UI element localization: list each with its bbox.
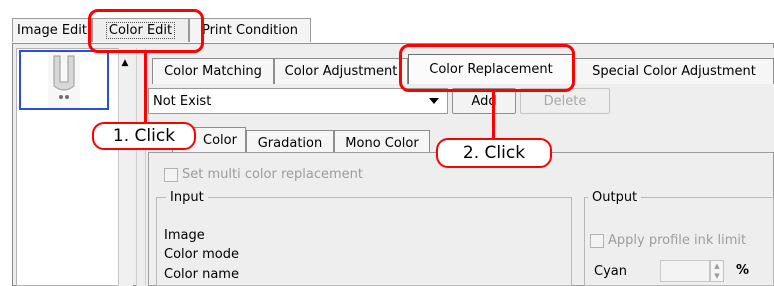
chevron-down-icon xyxy=(429,98,439,104)
highlight-color-edit-tab xyxy=(88,9,204,53)
multi-color-label: Set multi color replacement xyxy=(182,167,364,182)
replacement-select[interactable]: Not Exist xyxy=(148,88,448,114)
scroll-up-arrow-icon[interactable]: ▲ xyxy=(118,56,132,70)
tab-mono-color-label: Mono Color xyxy=(345,136,419,151)
highlight-color-replacement-tab xyxy=(399,44,575,92)
tab-print-condition-label: Print Condition xyxy=(201,23,299,38)
multi-color-checkbox[interactable] xyxy=(164,168,178,182)
cyan-value-field[interactable] xyxy=(660,260,710,282)
callout-step1-text: 1. Click xyxy=(112,126,176,146)
input-row-color-mode: Color mode xyxy=(164,247,239,262)
tab-color-matching[interactable]: Color Matching xyxy=(152,58,274,84)
tab-color-matching-label: Color Matching xyxy=(164,64,262,79)
tab-special-color-adjustment-label: Special Color Adjustment xyxy=(592,64,756,79)
input-row-image: Image xyxy=(164,228,205,243)
apply-profile-ink-limit-label: Apply profile ink limit xyxy=(608,233,747,248)
thumbnail-scrollbar[interactable] xyxy=(118,48,133,286)
callout-line-step2 xyxy=(492,92,495,138)
tab-image-edit-label: Image Edit xyxy=(16,23,88,38)
image-thumbnail-icon xyxy=(48,52,80,108)
cyan-label: Cyan xyxy=(594,264,627,279)
callout-step1: 1. Click xyxy=(92,122,196,150)
input-panel-title: Input xyxy=(166,190,208,205)
input-row-color-name: Color name xyxy=(164,267,239,282)
tab-print-condition[interactable]: Print Condition xyxy=(189,18,311,42)
callout-line-step1 xyxy=(144,53,147,123)
tab-color-adjustment[interactable]: Color Adjustment xyxy=(274,58,408,84)
apply-profile-ink-limit-checkbox[interactable] xyxy=(590,234,604,248)
delete-button-label: Delete xyxy=(543,93,587,109)
cyan-percent-label: % xyxy=(736,263,750,278)
tab-gradation-label: Gradation xyxy=(257,136,323,151)
callout-step2-text: 2. Click xyxy=(462,143,526,163)
replacement-select-value: Not Exist xyxy=(153,93,212,109)
cyan-stepper[interactable]: ▲ ▼ xyxy=(710,260,724,282)
tab-color-adjustment-label: Color Adjustment xyxy=(284,64,398,79)
callout-step2: 2. Click xyxy=(436,138,552,168)
output-panel-title: Output xyxy=(588,190,642,205)
tab-special-color-adjustment[interactable]: Special Color Adjustment xyxy=(574,58,774,84)
tab-image-edit[interactable]: Image Edit xyxy=(12,18,92,42)
